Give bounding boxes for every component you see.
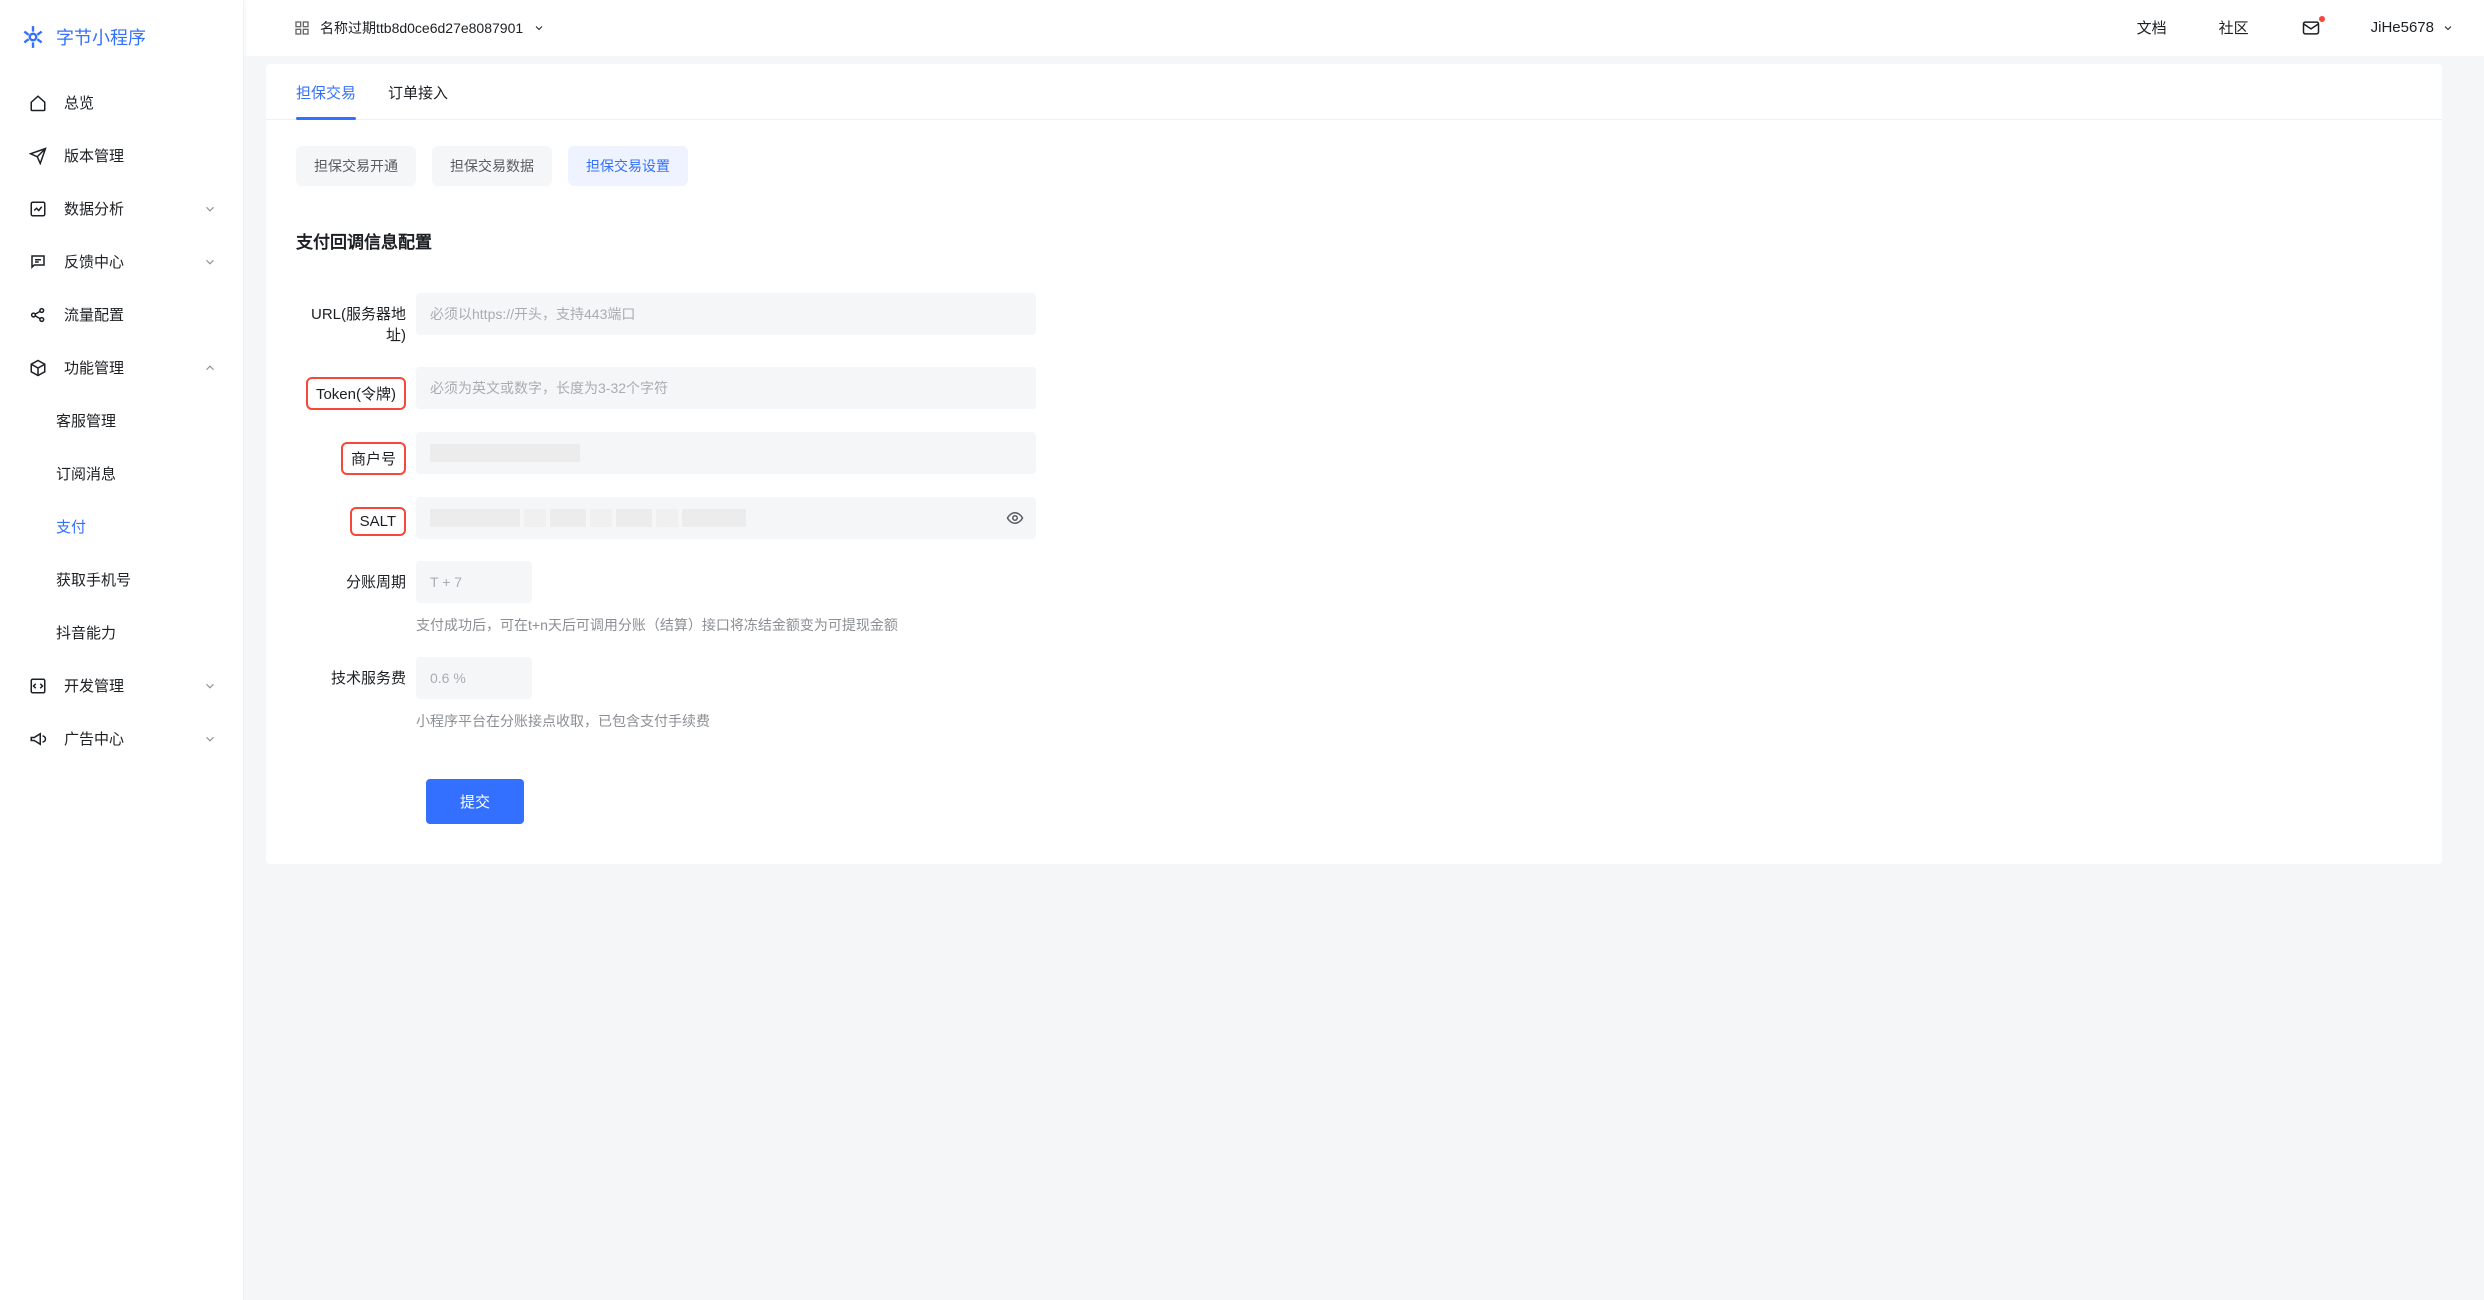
nav-label: 广告中心 [64,728,203,749]
label-url: URL(服务器地址) [296,293,416,345]
chevron-down-icon [203,202,217,216]
input-url[interactable] [416,293,1036,335]
nav: 总览 版本管理 数据分析 反馈中心 流量配置 功能管理 [0,70,243,771]
topbar-inbox[interactable] [2275,18,2347,38]
form: URL(服务器地址) Token(令牌) 商户号 [266,261,2442,864]
nav-label: 数据分析 [64,198,203,219]
tabs: 担保交易 订单接入 [266,64,2442,120]
nav-label: 流量配置 [64,304,217,325]
nav-ads[interactable]: 广告中心 [0,712,243,765]
nav-label: 开发管理 [64,675,203,696]
home-icon [26,94,50,112]
brand-logo[interactable]: 字节小程序 [0,10,243,70]
redacted-salt [430,505,746,531]
label-period: 分账周期 [296,561,416,592]
notification-dot [2319,16,2325,22]
nav-label: 功能管理 [64,357,203,378]
label-token: Token(令牌) [296,367,416,410]
redacted-merchant [430,440,580,466]
input-fee [416,657,532,699]
subtab-open[interactable]: 担保交易开通 [296,146,416,186]
nav-sub-payment[interactable]: 支付 [0,500,243,553]
chart-icon [26,200,50,218]
nav-label: 反馈中心 [64,251,203,272]
nav-label: 版本管理 [64,145,217,166]
app-name: 名称过期ttb8d0ce6d27e8087901 [320,18,523,38]
label-salt: SALT [296,497,416,536]
chevron-down-icon [203,255,217,269]
eye-icon[interactable] [1006,509,1024,527]
chevron-up-icon [203,361,217,375]
code-icon [26,677,50,695]
content-wrap: 担保交易 订单接入 担保交易开通 担保交易数据 担保交易设置 支付回调信息配置 … [244,56,2484,1300]
nav-dev[interactable]: 开发管理 [0,659,243,712]
nav-label: 总览 [64,92,217,113]
topbar-docs[interactable]: 文档 [2111,17,2193,38]
chevron-down-icon [203,732,217,746]
megaphone-icon [26,730,50,748]
topbar: 名称过期ttb8d0ce6d27e8087901 文档 社区 JiHe5678 [244,0,2484,56]
nav-version[interactable]: 版本管理 [0,129,243,182]
chevron-down-icon [533,22,545,34]
section-title: 支付回调信息配置 [266,196,2442,261]
app-selector[interactable]: 名称过期ttb8d0ce6d27e8087901 [294,18,545,38]
nav-sub-douyin[interactable]: 抖音能力 [0,606,243,659]
sidebar: 字节小程序 总览 版本管理 数据分析 反馈中心 [0,0,244,1300]
label-merchant: 商户号 [296,432,416,475]
cube-icon [26,359,50,377]
message-icon [26,253,50,271]
subtab-settings[interactable]: 担保交易设置 [568,146,688,186]
brand-name: 字节小程序 [56,24,146,50]
mail-icon [2301,18,2321,38]
tab-order[interactable]: 订单接入 [372,64,464,119]
nav-traffic[interactable]: 流量配置 [0,288,243,341]
nav-overview[interactable]: 总览 [0,76,243,129]
label-fee: 技术服务费 [296,657,416,688]
chevron-down-icon [2442,22,2454,34]
card: 担保交易 订单接入 担保交易开通 担保交易数据 担保交易设置 支付回调信息配置 … [266,64,2442,864]
nav-sub-phone[interactable]: 获取手机号 [0,553,243,606]
brand-icon [20,24,46,50]
main: 名称过期ttb8d0ce6d27e8087901 文档 社区 JiHe5678 … [244,0,2484,1300]
chevron-down-icon [203,679,217,693]
send-icon [26,147,50,165]
submit-button[interactable]: 提交 [426,779,524,824]
nav-analytics[interactable]: 数据分析 [0,182,243,235]
nav-features[interactable]: 功能管理 [0,341,243,394]
nav-sub-customer-service[interactable]: 客服管理 [0,394,243,447]
help-fee: 小程序平台在分账接点收取，已包含支付手续费 [416,711,1036,731]
subtabs: 担保交易开通 担保交易数据 担保交易设置 [266,120,2442,196]
nav-feedback[interactable]: 反馈中心 [0,235,243,288]
input-token[interactable] [416,367,1036,409]
share-icon [26,306,50,324]
input-period [416,561,532,603]
user-name: JiHe5678 [2371,19,2434,36]
subtab-data[interactable]: 担保交易数据 [432,146,552,186]
tab-guarantee[interactable]: 担保交易 [280,64,372,119]
nav-sub-subscribe[interactable]: 订阅消息 [0,447,243,500]
help-period: 支付成功后，可在t+n天后可调用分账（结算）接口将冻结金额变为可提现金额 [416,615,1036,635]
topbar-community[interactable]: 社区 [2193,17,2275,38]
topbar-user[interactable]: JiHe5678 [2347,19,2464,36]
grid-icon [294,20,310,36]
